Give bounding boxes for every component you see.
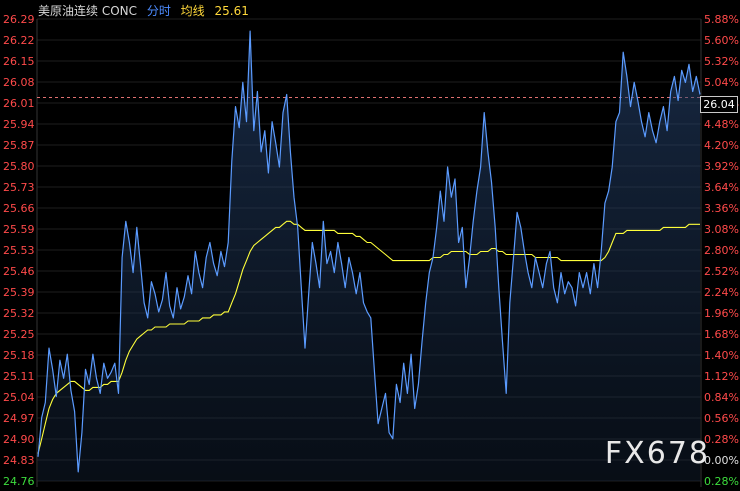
y-right-tick-label: 1.12% <box>704 370 739 383</box>
y-right-tick-label: 3.08% <box>704 223 739 236</box>
right-axis: 5.88%5.60%5.32%5.04%4.76%4.48%4.20%3.92%… <box>704 13 739 488</box>
y-right-tick-label: 5.60% <box>704 34 739 47</box>
y-left-tick-label: 25.25 <box>3 328 35 341</box>
y-left-tick-label: 26.15 <box>3 55 35 68</box>
y-left-tick-label: 24.76 <box>3 475 35 488</box>
y-left-tick-label: 25.80 <box>3 160 35 173</box>
y-right-tick-label: 4.20% <box>704 139 739 152</box>
y-left-tick-label: 26.22 <box>3 34 35 47</box>
intraday-chart[interactable]: 26.29 26.22 26.15 26.08 26.01 25.94 25.87 25.80… <box>0 0 740 491</box>
y-left-tick-label: 26.08 <box>3 76 35 89</box>
y-right-tick-label: 2.80% <box>704 244 739 257</box>
y-right-tick-label: 3.36% <box>704 202 739 215</box>
y-right-tick-label: 5.04% <box>704 76 739 89</box>
y-left-tick-label: 25.11 <box>3 370 35 383</box>
chart-header: 美原油连续 CONC 分时 均线 25.61 <box>38 2 255 19</box>
last-price-badge: 26.04 <box>700 96 738 113</box>
y-right-tick-label: 4.48% <box>704 118 739 131</box>
y-right-tick-label: 0.56% <box>704 412 739 425</box>
y-left-tick-label: 25.46 <box>3 265 35 278</box>
y-right-tick-label: 3.92% <box>704 160 739 173</box>
y-left-tick-label: 24.83 <box>3 454 35 467</box>
y-left-tick-label: 25.73 <box>3 181 35 194</box>
y-right-tick-label: 5.32% <box>704 55 739 68</box>
mode-label[interactable]: 分时 <box>147 4 171 18</box>
y-left-tick-label: 25.18 <box>3 349 35 362</box>
y-left-tick-label: 25.53 <box>3 244 35 257</box>
y-right-tick-label: 1.68% <box>704 328 739 341</box>
average-label: 均线 <box>180 4 205 18</box>
y-left-tick-label: 25.39 <box>3 286 35 299</box>
y-right-tick-label: 1.40% <box>704 349 739 362</box>
y-right-tick-label: 3.64% <box>704 181 739 194</box>
y-right-tick-label: 0.84% <box>704 391 739 404</box>
left-axis: 26.29 26.22 26.15 26.08 26.01 25.94 25.87 25.80… <box>3 13 35 488</box>
y-left-tick-label: 26.29 <box>3 13 35 26</box>
y-left-tick-label: 25.59 <box>3 223 35 236</box>
y-right-tick-label: 5.88% <box>704 13 739 26</box>
y-right-tick-label: 2.24% <box>704 286 739 299</box>
y-left-tick-label: 24.90 <box>3 433 35 446</box>
y-right-tick-label: 0.28% <box>704 475 739 488</box>
y-left-tick-label: 25.87 <box>3 139 35 152</box>
symbol-name: 美原油连续 CONC <box>38 4 137 18</box>
y-left-tick-label: 25.04 <box>3 391 35 404</box>
watermark: FX678 <box>604 436 710 471</box>
average-value: 25.61 <box>214 4 249 18</box>
y-left-tick-label: 25.94 <box>3 118 35 131</box>
y-left-tick-label: 25.32 <box>3 307 35 320</box>
y-right-tick-label: 1.96% <box>704 307 739 320</box>
y-right-tick-label: 2.52% <box>704 265 739 278</box>
y-left-tick-label: 25.66 <box>3 202 35 215</box>
y-left-tick-label: 26.01 <box>3 97 35 110</box>
y-left-tick-label: 24.97 <box>3 412 35 425</box>
